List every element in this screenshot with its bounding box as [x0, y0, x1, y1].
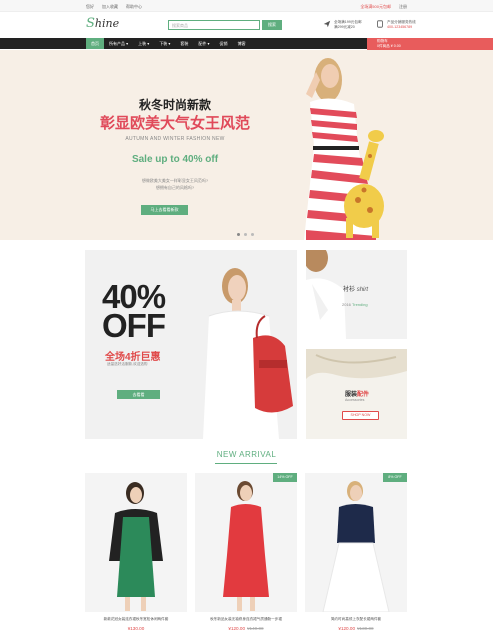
product-title[interactable]: 新款花冠女装连衣裙秋冬宽松休闲两件套 [85, 617, 187, 622]
main-nav: 首页 所有产品 ▾ 上装 ▾ 下装 ▾ 套装 配件 ▾ 促销 博客 购物车 0件… [0, 38, 493, 50]
carousel-dots [237, 233, 254, 236]
top-promo-text: 全场满500元包邮 [360, 4, 391, 9]
site-logo[interactable]: Shine [86, 16, 119, 31]
nav-item-bottoms[interactable]: 下装 ▾ [154, 38, 175, 49]
top-link-hello[interactable]: 您好 [86, 4, 94, 10]
product-price: ¥130.00 [127, 626, 145, 631]
accessories-subtitle: Accessories [345, 398, 365, 402]
discount-badge: 8% OFF [383, 473, 407, 482]
shop-now-button[interactable]: SHOP NOW [342, 411, 379, 420]
promo-subtitle: 适量选好活服款,欢迎选购 [107, 362, 148, 366]
product-card[interactable]: 8% OFF 简约时尚高领上衣配长裙两件套 ¥120.00 ¥130.00 [305, 473, 407, 638]
top-utility-bar: 您好 加入收藏 帮助中心 全场满500元包邮 注册 [0, 0, 493, 12]
top-link-help[interactable]: 帮助中心 [126, 4, 142, 10]
nav-item-accessories[interactable]: 配件 ▾ [193, 38, 214, 49]
nav-item-sale[interactable]: 促销 [215, 38, 233, 49]
product-old-price: ¥130.00 [357, 626, 374, 631]
nav-item-tops[interactable]: 上装 ▾ [133, 38, 154, 49]
shipping-line-2: 满299元减20 [334, 25, 355, 29]
new-arrival-divider [215, 463, 277, 464]
top-link-favorite[interactable]: 加入收藏 [102, 4, 118, 10]
nav-item-sets[interactable]: 套装 [175, 38, 193, 49]
product-image[interactable] [305, 473, 407, 612]
accessories-image [306, 349, 407, 379]
plane-icon [323, 20, 331, 28]
cart-button[interactable]: 购物车 0件商品 ¥ 0.00 [367, 38, 493, 50]
promo-view-button[interactable]: 去看看 [117, 390, 160, 399]
new-arrival-heading: NEW ARRIVAL [216, 450, 277, 459]
phone-icon [377, 20, 383, 28]
hero-banner: 秋冬时尚新款 彰显欧美大气女王风范 AUTUMN AND WINTER FASH… [0, 50, 493, 240]
top-links-left: 您好 加入收藏 帮助中心 [86, 4, 142, 10]
discount-badge: 14% OFF [273, 473, 297, 482]
product-image[interactable] [85, 473, 187, 612]
product-title[interactable]: 简约时尚高领上衣配长裙两件套 [305, 617, 407, 622]
product-price: ¥120.00 ¥130.00 [338, 626, 374, 631]
carousel-dot-1[interactable] [237, 233, 240, 236]
promo-accessories[interactable]: 服装配件 Accessories SHOP NOW [306, 349, 407, 439]
nav-item-all-products[interactable]: 所有产品 ▾ [104, 38, 133, 49]
top-links-right: 全场满500元包邮 注册 [360, 4, 407, 10]
promo-shirt[interactable]: 衬衫 shirt 2016 Trending [306, 250, 407, 339]
carousel-dot-3[interactable] [251, 233, 254, 236]
promo-percent: 40% OFF [102, 278, 166, 344]
promo-cn-title: 全场4折巨惠 [105, 352, 161, 363]
hotline-info: 产品分销服务热线 400-123456789 [376, 20, 416, 30]
product-card[interactable]: 新款花冠女装连衣裙秋冬宽松休闲两件套 ¥130.00 [85, 473, 187, 638]
hero-cta-button[interactable]: 马上去看看新款 [141, 205, 188, 215]
accessories-title: 服装配件 [345, 392, 370, 398]
search-input[interactable]: 搜索商品 [168, 20, 260, 30]
product-card[interactable]: 14% OFF 秋冬新品女装无袖修身连衣裙气质通勤一步裙 ¥120.00 ¥140… [195, 473, 297, 638]
hotline-number: 400-123456789 [387, 25, 413, 29]
carousel-dot-2[interactable] [244, 233, 247, 236]
promo-model-image [203, 268, 293, 439]
cart-summary: 0件商品 ¥ 0.00 [377, 43, 401, 48]
promo-40-off[interactable]: 40% OFF 全场4折巨惠 适量选好活服款,欢迎选购 去看看 [85, 250, 297, 439]
shirt-title: 衬衫 shirt [343, 287, 369, 293]
search-button[interactable]: 搜索 [262, 20, 282, 30]
product-title[interactable]: 秋冬新品女装无袖修身连衣裙气质通勤一步裙 [195, 617, 297, 622]
hero-model-image [304, 58, 384, 240]
nav-item-home[interactable]: 首页 [86, 38, 104, 49]
shirt-model-image [306, 250, 346, 339]
top-link-register[interactable]: 注册 [399, 4, 407, 10]
product-old-price: ¥140.00 [247, 626, 264, 631]
shipping-info: 全场满199元包邮 满299元减20 [323, 20, 362, 30]
product-price: ¥120.00 ¥140.00 [228, 626, 264, 631]
site-header: Shine 搜索商品 搜索 全场满199元包邮 满299元减20 产品分销服务热线… [0, 12, 493, 38]
product-image[interactable] [195, 473, 297, 612]
shirt-trend: 2016 Trending [342, 302, 368, 307]
nav-item-blog[interactable]: 博客 [233, 38, 251, 49]
